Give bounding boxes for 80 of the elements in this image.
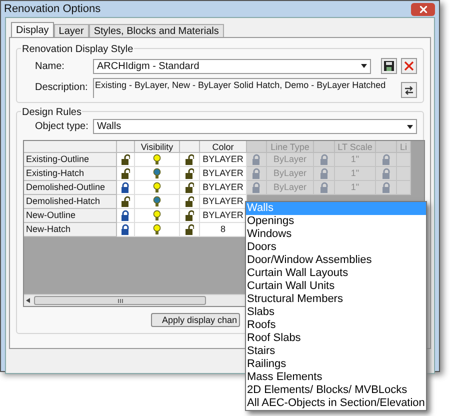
cell-value: 1" [350,166,360,180]
caret-icon [407,124,413,128]
tab[interactable]: Layer [54,24,89,37]
group-title: Design Rules [21,105,82,120]
light-bulb-icon[interactable] [153,224,161,235]
dropdown-option[interactable]: Railings [246,358,426,371]
padlock-open-icon[interactable] [185,154,194,165]
tab[interactable]: Display [11,22,54,37]
row-header[interactable]: Demolished-Hatch [24,195,117,209]
cell-value: ByLayer [273,152,307,166]
row-header[interactable]: New-Outline [24,209,117,223]
window-title: Renovation Options [4,2,101,17]
column-header[interactable]: Color [200,141,247,153]
padlock-open-icon[interactable] [185,182,194,193]
cell-value: 8 [220,222,226,236]
swap-arrows-icon [404,86,414,94]
delete-button[interactable] [401,58,417,74]
cell-value: BYLAYER [202,152,244,166]
cell-value: ByLayer [273,180,307,194]
dropdown-option[interactable]: Curtain Wall Layouts [246,267,426,280]
row-header[interactable]: Existing-Hatch [24,167,117,181]
name-label: Name: [34,60,66,74]
dropdown-option[interactable]: Windows [246,228,426,241]
padlock-open-icon[interactable] [185,196,194,207]
left-arrow-icon [26,298,30,303]
light-bulb-icon[interactable] [153,182,161,193]
padlock-closed-icon[interactable] [121,224,130,235]
tab[interactable]: Styles, Blocks and Materials [88,24,224,37]
cell-value: ByLayer [273,166,307,180]
apply-button[interactable]: Apply display chan [151,313,240,327]
light-bulb-icon[interactable] [153,168,161,179]
row-header[interactable]: Demolished-Outline [24,181,117,195]
object-type-dropdown[interactable]: Walls [93,119,417,134]
group-title: Renovation Display Style [21,42,134,57]
dropdown-option[interactable]: Roofs [246,319,426,332]
grip-icon [118,298,122,302]
dropdown-option[interactable]: Stairs [246,345,426,358]
dropdown-option[interactable]: Door/Window Assemblies [246,254,426,267]
dropdown-option[interactable]: Slabs [246,306,426,319]
dropdown-option[interactable]: 2D Elements/ Blocks/ MVBLocks [246,384,426,397]
dropdown-option[interactable]: All AEC-Objects in Section/Elevation [246,397,426,410]
header-cell [180,141,200,153]
cell-value: BYLAYER [202,194,244,208]
description-label: Description: [34,81,89,95]
dropdown-option[interactable]: Roof Slabs [246,332,426,345]
dropdown-option[interactable]: Doors [246,241,426,254]
save-button[interactable] [381,58,397,74]
padlock-closed-icon[interactable] [121,210,130,221]
caret-icon [361,64,367,68]
row-header[interactable]: Existing-Outline [24,153,117,167]
cell-value: BYLAYER [202,166,244,180]
close-icon [404,61,414,71]
cell-value: 1" [350,180,360,194]
padlock-open-icon[interactable] [185,224,194,235]
light-bulb-icon[interactable] [153,154,161,165]
swap-button[interactable] [401,82,417,98]
close-button[interactable] [411,2,435,16]
dropdown-option[interactable]: Curtain Wall Units [246,280,426,293]
dropdown-option[interactable]: Mass Elements [246,371,426,384]
dropdown-option[interactable]: Openings [246,215,426,228]
padlock-open-icon[interactable] [121,154,130,165]
object-type-label: Object type: [34,120,89,134]
row-header[interactable]: New-Hatch [24,223,117,237]
description-field[interactable]: Existing - ByLayer, New - ByLayer Solid Hatch, Demo - ByLayer Hatched [93,78,387,98]
cell-value: 1" [350,152,360,166]
padlock-open-icon[interactable] [121,196,130,207]
padlock-open-icon[interactable] [121,168,130,179]
light-bulb-icon[interactable] [153,196,161,207]
header-cell [117,141,135,153]
name-dropdown[interactable]: ARCHIdigm - Standard [93,58,371,74]
light-bulb-icon[interactable] [153,210,161,221]
cell-value: BYLAYER [202,180,244,194]
cell-value: BYLAYER [202,208,244,222]
dropdown-option[interactable]: Structural Members [246,293,426,306]
close-icon [420,6,426,12]
padlock-closed-icon[interactable] [121,182,130,193]
column-header[interactable]: Visibility [135,141,180,153]
scrollbar-thumb[interactable] [34,296,206,305]
padlock-open-icon[interactable] [185,168,194,179]
padlock-open-icon[interactable] [185,210,194,221]
